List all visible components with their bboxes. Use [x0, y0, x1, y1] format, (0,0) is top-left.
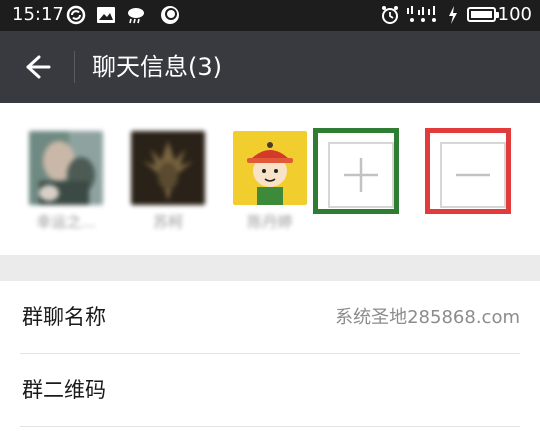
member-avatar [131, 131, 205, 205]
member-item[interactable]: 苏柯 [131, 131, 205, 232]
section-separator [0, 255, 540, 281]
status-bar: 15:17 100 [0, 0, 540, 31]
battery-level: 100 [497, 4, 532, 25]
back-button[interactable] [14, 47, 60, 87]
member-name: 陈丹婷 [247, 213, 293, 231]
app-notification-icon [161, 6, 179, 24]
group-qrcode-label: 群二维码 [22, 378, 106, 402]
member-avatar [233, 131, 307, 205]
back-arrow-icon [26, 55, 51, 79]
charging-icon [449, 6, 457, 24]
group-name-label: 群聊名称 [22, 305, 106, 329]
group-qrcode-row[interactable]: 群二维码 [0, 354, 540, 426]
page-title: 聊天信息(3) [92, 53, 222, 81]
add-member-button[interactable] [313, 128, 399, 214]
row-divider [20, 426, 520, 427]
remove-member-button[interactable] [425, 128, 511, 214]
battery-icon [467, 7, 499, 22]
plus-icon [344, 158, 378, 192]
signal-icon [407, 6, 436, 22]
member-grid: 幸运之... 苏柯 陈丹婷 [0, 103, 540, 255]
weather-icon [128, 8, 144, 24]
member-item[interactable]: 幸运之... [29, 131, 103, 232]
title-divider [74, 51, 75, 83]
alarm-icon [382, 6, 398, 24]
member-item[interactable]: 陈丹婷 [233, 131, 307, 232]
image-notification-icon [97, 7, 115, 23]
group-name-row[interactable]: 群聊名称 系统圣地285868.com [0, 281, 540, 353]
minus-icon [456, 173, 490, 177]
member-name: 幸运之... [36, 213, 96, 231]
group-name-value: 系统圣地285868.com [335, 307, 520, 328]
member-name: 苏柯 [152, 213, 183, 231]
title-bar: 聊天信息(3) [0, 31, 540, 103]
member-avatar [29, 131, 103, 205]
status-time: 15:17 [12, 4, 64, 25]
sync-icon [66, 5, 86, 25]
